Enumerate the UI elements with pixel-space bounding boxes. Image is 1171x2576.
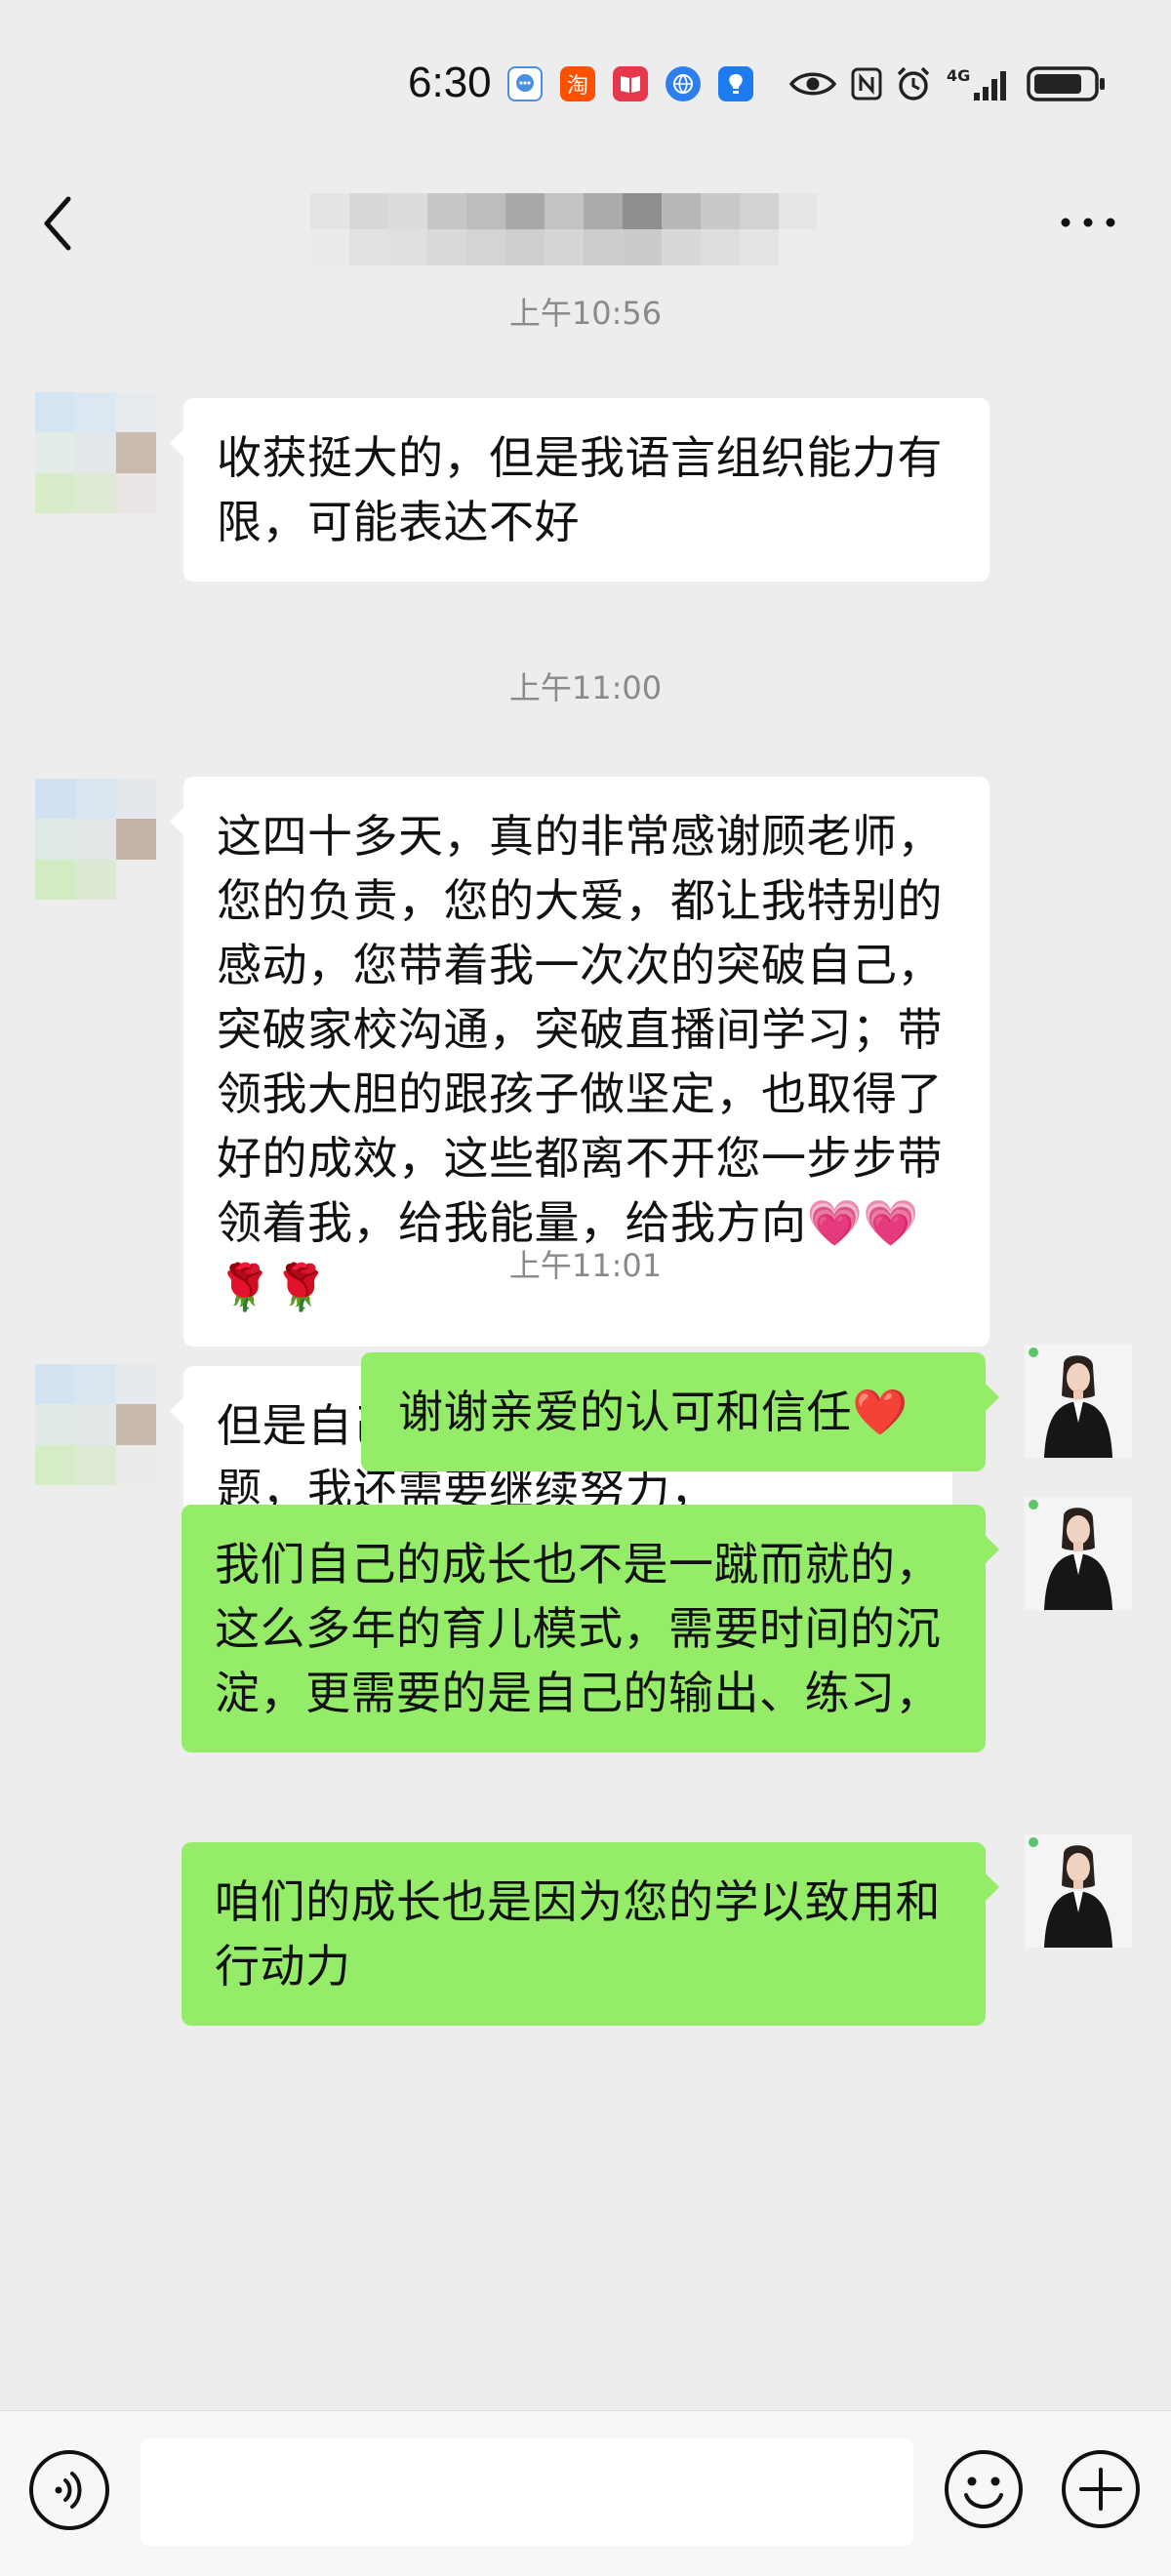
chat-bubble-app-icon bbox=[507, 66, 543, 101]
message-input[interactable] bbox=[141, 2438, 913, 2546]
my-avatar[interactable] bbox=[1025, 1497, 1132, 1610]
more-options-icon[interactable] bbox=[1054, 203, 1122, 242]
taobao-app-icon: 淘 bbox=[560, 66, 595, 101]
outgoing-message-bubble[interactable]: 谢谢亲爱的认可和信任❤️ bbox=[361, 1352, 999, 1471]
sender-avatar-pixelated[interactable] bbox=[35, 779, 156, 900]
browser-app-icon bbox=[666, 66, 701, 101]
message-input-bar bbox=[0, 2410, 1171, 2576]
nfc-icon bbox=[849, 64, 884, 103]
incoming-message-bubble[interactable]: 收获挺大的，但是我语言组织能力有限，可能表达不好 bbox=[170, 398, 989, 582]
alarm-icon bbox=[894, 64, 933, 103]
my-avatar[interactable] bbox=[1025, 1345, 1132, 1458]
chat-title-pixelated bbox=[310, 193, 818, 265]
taobao-app-label: 淘 bbox=[566, 74, 588, 99]
plus-icon[interactable] bbox=[1060, 2448, 1142, 2530]
message-text: 咱们的成长也是因为您的学以致用和行动力 bbox=[215, 1875, 941, 1992]
message-text: 我们自己的成长也不是一蹴而就的，这么多年的育儿模式，需要时间的沉淀，更需要的是自… bbox=[215, 1538, 941, 1719]
status-time: 6:30 bbox=[408, 59, 492, 106]
message-timestamp: 上午11:01 bbox=[508, 1247, 663, 1284]
emoji-icon[interactable] bbox=[943, 2448, 1025, 2530]
back-arrow-icon[interactable] bbox=[37, 191, 80, 256]
message-text: 这四十多天，真的非常感谢顾老师，您的负责，您的大爱，都让我特别的感动，您带着我一… bbox=[217, 810, 943, 1249]
outgoing-message-bubble[interactable]: 我们自己的成长也不是一蹴而就的，这么多年的育儿模式，需要时间的沉淀，更需要的是自… bbox=[182, 1505, 999, 1752]
svg-text:4G: 4G bbox=[947, 66, 970, 85]
battery-icon bbox=[1027, 64, 1109, 103]
message-text: 收获挺大的，但是我语言组织能力有限，可能表达不好 bbox=[217, 431, 943, 548]
chat-message-list[interactable]: 上午10:56 收获挺大的，但是我语言组织能力有限，可能表达不好 上午11:00… bbox=[0, 283, 1171, 2410]
message-text: 谢谢亲爱的认可和信任 bbox=[398, 1386, 852, 1438]
sender-avatar-pixelated[interactable] bbox=[35, 392, 156, 513]
4g-signal-icon: 4G bbox=[945, 64, 1013, 103]
eye-icon bbox=[788, 64, 837, 103]
outgoing-message-bubble[interactable]: 咱们的成长也是因为您的学以致用和行动力 bbox=[182, 1842, 999, 2026]
book-app-icon bbox=[613, 66, 648, 101]
my-avatar[interactable] bbox=[1025, 1834, 1132, 1948]
chat-header bbox=[0, 166, 1171, 283]
message-timestamp: 上午11:00 bbox=[508, 669, 663, 706]
status-bar: 6:30 淘 4G bbox=[0, 0, 1171, 166]
sender-avatar-pixelated[interactable] bbox=[35, 1364, 156, 1485]
message-timestamp: 上午10:56 bbox=[508, 295, 663, 332]
red-heart-emoji: ❤️ bbox=[852, 1386, 909, 1438]
voice-icon[interactable] bbox=[29, 2450, 109, 2530]
lightbulb-app-icon bbox=[718, 66, 753, 101]
